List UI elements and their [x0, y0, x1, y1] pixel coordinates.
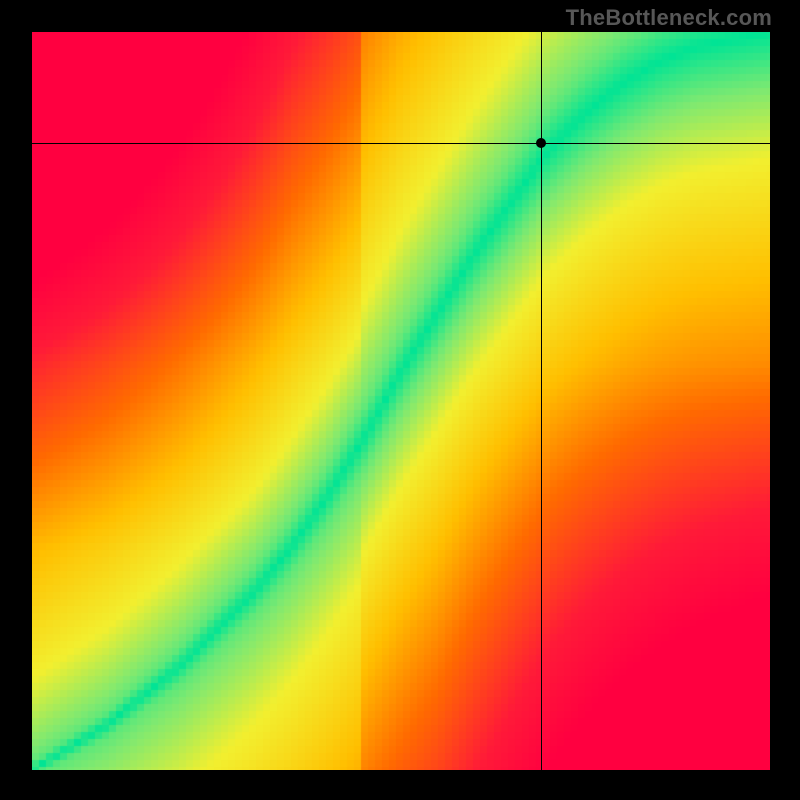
- heatmap-plot: [32, 32, 770, 770]
- crosshair-horizontal: [32, 143, 770, 144]
- selection-marker: [536, 138, 546, 148]
- chart-frame: TheBottleneck.com: [0, 0, 800, 800]
- watermark-text: TheBottleneck.com: [566, 5, 772, 31]
